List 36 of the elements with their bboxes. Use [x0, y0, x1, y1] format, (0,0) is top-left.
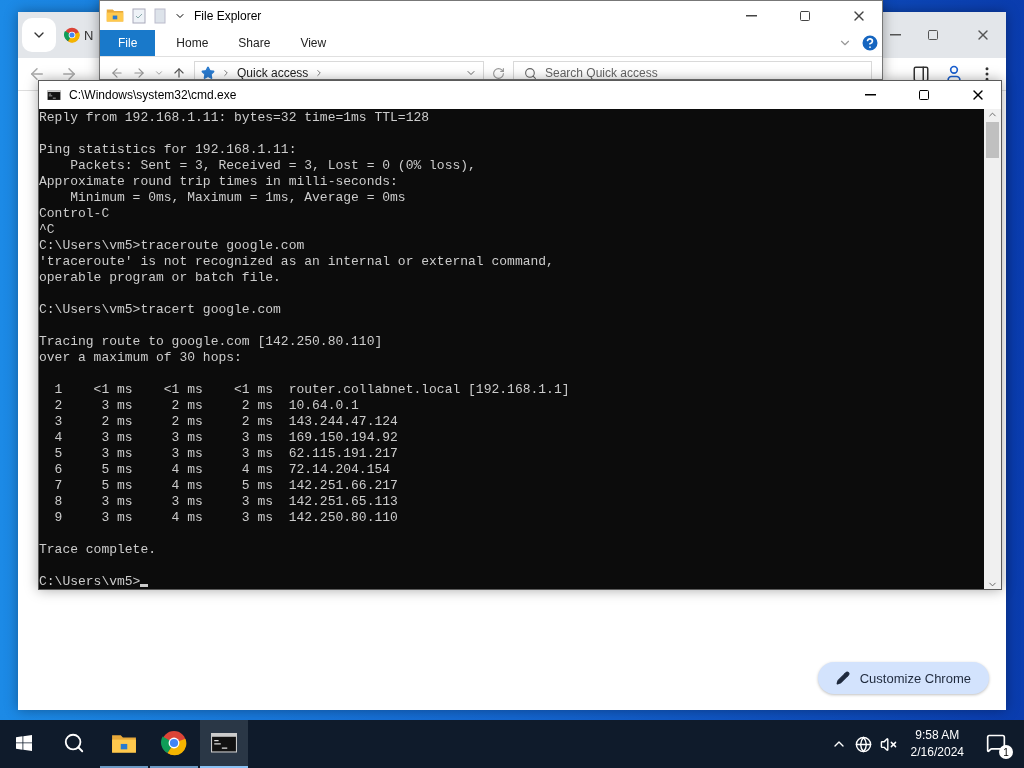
window-title: C:\Windows\system32\cmd.exe	[69, 88, 237, 102]
console-line: Reply from 192.168.1.11: bytes=32 time=1ms TTL=128	[39, 110, 430, 125]
clock[interactable]: 9:58 AM 2/16/2024	[904, 727, 970, 761]
ribbon-tab[interactable]: Share	[223, 30, 286, 56]
console-line: Minimum = 0ms, Maximum = 1ms, Average = 0ms	[69, 190, 406, 205]
console-line: 1 <1 ms <1 ms <1 ms router.collabnet.local [192.168.1.1]	[53, 382, 570, 397]
console-line: Approximate round trip times in milli-seconds:	[39, 174, 398, 189]
ribbon-tab[interactable]: File	[100, 30, 156, 56]
ribbon-tab[interactable]: View	[285, 30, 342, 56]
window-title: File Explorer	[194, 8, 262, 23]
notification-count: 1	[999, 745, 1013, 759]
console-line: Tracing route to google.com [142.250.80.110]	[39, 334, 383, 349]
console-line: 9 3 ms 4 ms 3 ms 142.250.80.110	[53, 510, 398, 525]
console-line: Control-C	[39, 206, 110, 221]
console-line: C:\Users\vm5>tracert google.com	[39, 302, 281, 317]
customize-chrome-button[interactable]: Customize Chrome	[817, 662, 989, 694]
console-line: C:\Users\vm5>traceroute google.com	[39, 238, 305, 253]
ribbon-tab[interactable]: Home	[161, 30, 224, 56]
console-line: 2 3 ms 2 ms 2 ms 10.64.0.1	[53, 398, 359, 413]
tab-title: N	[84, 27, 94, 43]
console-line: 'traceroute' is not recognized as an internal or external command,	[39, 254, 554, 269]
console-line: operable program or batch file.	[39, 270, 281, 285]
console-line: over a maximum of 30 hops:	[39, 350, 242, 365]
console-line: Trace complete.	[39, 542, 157, 557]
console-line: 3 2 ms 2 ms 2 ms 143.244.47.124	[53, 414, 398, 429]
console-line: C:\Users\vm5>	[39, 574, 141, 589]
console-line: 6 5 ms 4 ms 4 ms 72.14.204.154	[53, 462, 391, 477]
address-text: Quick access	[237, 66, 309, 79]
console-line: Packets: Sent = 3, Received = 3, Lost = 0 (0% loss),	[69, 158, 476, 173]
console-line: 4 3 ms 3 ms 3 ms 169.150.194.92	[53, 430, 398, 445]
console-line: 5 3 ms 3 ms 3 ms 62.115.191.217	[53, 446, 398, 461]
console-line: ^C	[39, 222, 55, 237]
console-line: Ping statistics for 192.168.1.11:	[39, 142, 297, 157]
browser-tab[interactable]: N	[60, 18, 94, 52]
console-line: 8 3 ms 3 ms 3 ms 142.251.65.113	[53, 494, 398, 509]
console-line: 7 5 ms 4 ms 5 ms 142.251.66.217	[53, 478, 398, 493]
